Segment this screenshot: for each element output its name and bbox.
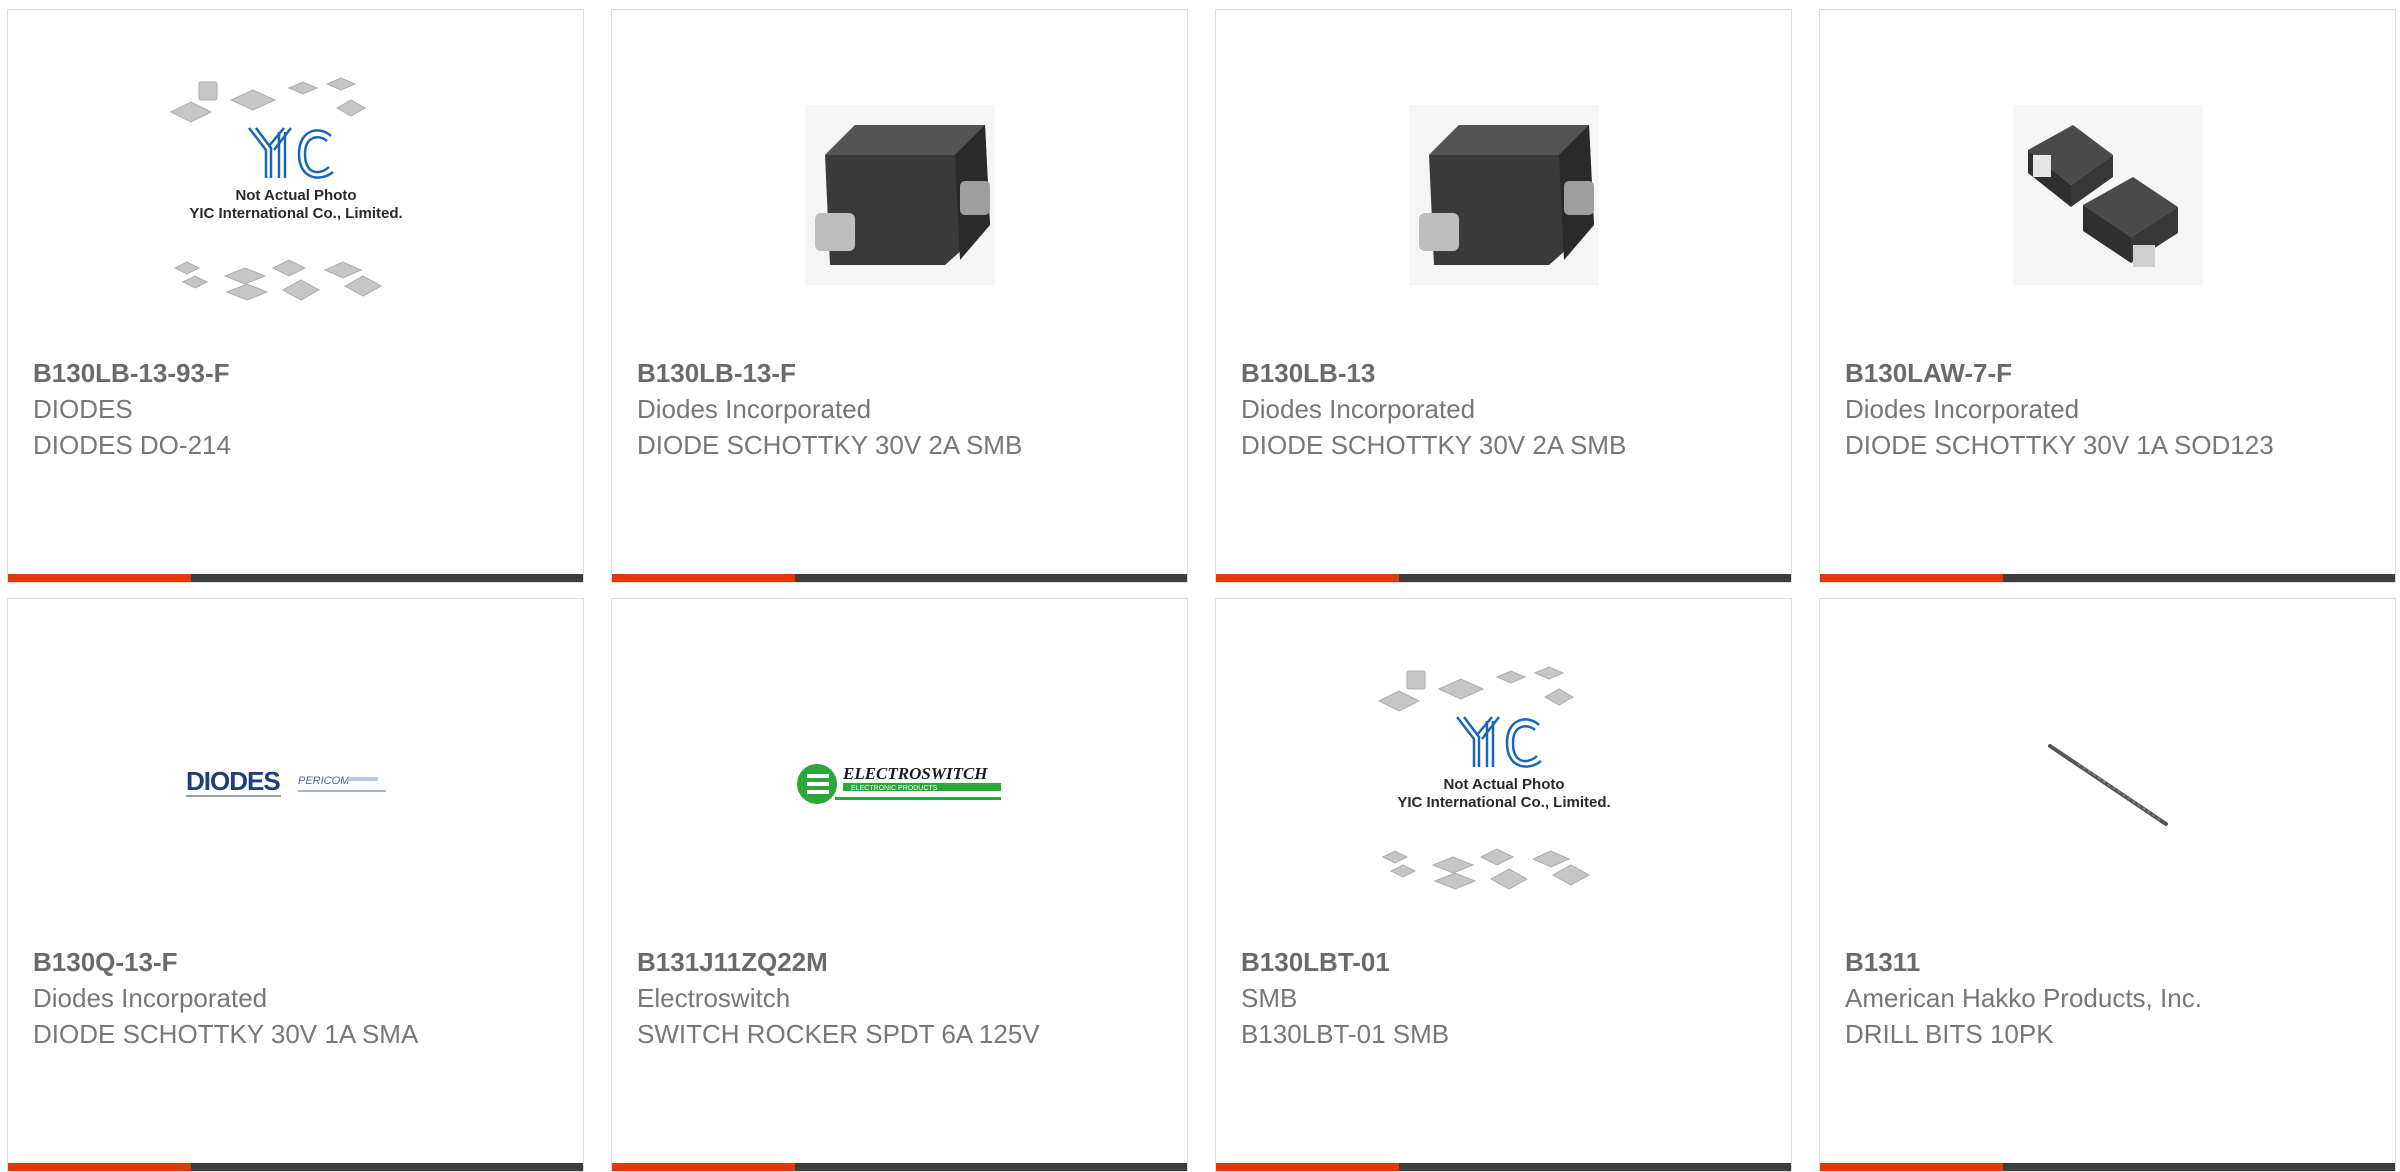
chip-cluster-bottom-icon [1381, 848, 1590, 890]
part-number[interactable]: B1311 [1845, 944, 2315, 980]
placeholder-line1: Not Actual Photo [1443, 776, 1564, 793]
product-grid: Not Actual Photo YIC International Co., … [0, 0, 2400, 1172]
product-card[interactable]: DIODES PERICOM B130Q-13-F Diodes Incorpo… [7, 598, 584, 1172]
card-accent-bar [8, 1163, 191, 1171]
product-image[interactable] [1820, 659, 2395, 909]
electroswitch-logo-text: ELECTROSWITCH [842, 764, 988, 783]
pericom-logo-text: PERICOM [298, 775, 350, 787]
drill-bit-icon [2047, 744, 2168, 826]
card-accent-bar [1820, 574, 2003, 582]
product-info: B130LBT-01 SMB B130LBT-01 SMB [1241, 944, 1711, 1052]
product-image[interactable] [1216, 70, 1791, 320]
product-card[interactable]: B130LB-13-F Diodes Incorporated DIODE SC… [611, 9, 1188, 583]
product-image[interactable] [612, 70, 1187, 320]
product-info: B130LAW-7-F Diodes Incorporated DIODE SC… [1845, 355, 2315, 463]
product-card[interactable]: B130LB-13 Diodes Incorporated DIODE SCHO… [1215, 9, 1792, 583]
product-card[interactable]: Not Actual Photo YIC International Co., … [1215, 598, 1792, 1172]
product-image[interactable]: Not Actual Photo YIC International Co., … [1216, 659, 1791, 909]
product-info: B131J11ZQ22M Electroswitch SWITCH ROCKER… [637, 944, 1107, 1052]
yic-logo [247, 127, 334, 179]
manufacturer: Diodes Incorporated [1241, 394, 1476, 424]
electroswitch-logo: ELECTROSWITCH ELECTRONIC PRODUCTS [796, 764, 1001, 804]
product-info: B1311 American Hakko Products, Inc. DRIL… [1845, 944, 2315, 1052]
product-card[interactable]: B130LAW-7-F Diodes Incorporated DIODE SC… [1819, 9, 2396, 583]
manufacturer: Diodes Incorporated [33, 983, 268, 1013]
description: SWITCH ROCKER SPDT 6A 125V [637, 1019, 1040, 1049]
card-accent-bar [8, 574, 191, 582]
description: DIODE SCHOTTKY 30V 1A SOD123 [1845, 430, 2274, 460]
electroswitch-logo-subtext: ELECTRONIC PRODUCTS [851, 785, 938, 792]
part-number[interactable]: B130LB-13 [1241, 355, 1711, 391]
description: DIODE SCHOTTKY 30V 1A SMA [33, 1019, 419, 1049]
card-bottom-bar [1216, 1163, 1791, 1171]
description: B130LBT-01 SMB [1241, 1019, 1450, 1049]
manufacturer: American Hakko Products, Inc. [1845, 983, 2202, 1013]
sod123-package-icon [2012, 105, 2203, 285]
diodes-logo: DIODES PERICOM [185, 766, 386, 797]
card-accent-bar [1216, 1163, 1399, 1171]
manufacturer: Diodes Incorporated [637, 394, 872, 424]
product-card[interactable]: B1311 American Hakko Products, Inc. DRIL… [1819, 598, 2396, 1172]
product-info: B130LB-13-F Diodes Incorporated DIODE SC… [637, 355, 1107, 463]
manufacturer: Diodes Incorporated [1845, 394, 2080, 424]
part-number[interactable]: B130LB-13-F [637, 355, 1107, 391]
description: DIODE SCHOTTKY 30V 2A SMB [1241, 430, 1627, 460]
card-bottom-bar [8, 1163, 583, 1171]
product-info: B130LB-13-93-F DIODES DIODES DO-214 [33, 355, 503, 463]
part-number[interactable]: B130LBT-01 [1241, 944, 1711, 980]
card-bottom-bar [1820, 1163, 2395, 1171]
chip-cluster-top-icon [169, 77, 366, 123]
manufacturer: Electroswitch [637, 983, 791, 1013]
card-bottom-bar [8, 574, 583, 582]
manufacturer: DIODES [33, 394, 133, 424]
product-image[interactable]: ELECTROSWITCH ELECTRONIC PRODUCTS [612, 659, 1187, 909]
card-bottom-bar [612, 1163, 1187, 1171]
product-card[interactable]: ELECTROSWITCH ELECTRONIC PRODUCTS B131J1… [611, 598, 1188, 1172]
part-number[interactable]: B130LB-13-93-F [33, 355, 503, 391]
yic-logo [1455, 716, 1542, 768]
card-accent-bar [612, 1163, 795, 1171]
chip-cluster-bottom-icon [173, 259, 382, 301]
placeholder-line1: Not Actual Photo [235, 187, 356, 204]
product-image[interactable]: Not Actual Photo YIC International Co., … [8, 70, 583, 320]
part-number[interactable]: B130Q-13-F [33, 944, 503, 980]
part-number[interactable]: B130LAW-7-F [1845, 355, 2315, 391]
card-accent-bar [1820, 1163, 2003, 1171]
placeholder-line2: YIC International Co., Limited. [1397, 794, 1610, 811]
product-image[interactable] [1820, 70, 2395, 320]
card-bottom-bar [1820, 574, 2395, 582]
card-accent-bar [1216, 574, 1399, 582]
placeholder-line2: YIC International Co., Limited. [189, 205, 402, 222]
card-accent-bar [612, 574, 795, 582]
product-card[interactable]: Not Actual Photo YIC International Co., … [7, 9, 584, 583]
card-bottom-bar [612, 574, 1187, 582]
product-info: B130Q-13-F Diodes Incorporated DIODE SCH… [33, 944, 503, 1052]
diodes-logo-text: DIODES [186, 766, 280, 796]
smb-package-icon [1408, 105, 1599, 285]
product-info: B130LB-13 Diodes Incorporated DIODE SCHO… [1241, 355, 1711, 463]
card-bottom-bar [1216, 574, 1791, 582]
part-number[interactable]: B131J11ZQ22M [637, 944, 1107, 980]
chip-cluster-top-icon [1377, 666, 1574, 712]
product-image[interactable]: DIODES PERICOM [8, 659, 583, 909]
description: DRILL BITS 10PK [1845, 1019, 2054, 1049]
smb-package-icon [804, 105, 995, 285]
manufacturer: SMB [1241, 983, 1298, 1013]
description: DIODE SCHOTTKY 30V 2A SMB [637, 430, 1023, 460]
description: DIODES DO-214 [33, 430, 231, 460]
